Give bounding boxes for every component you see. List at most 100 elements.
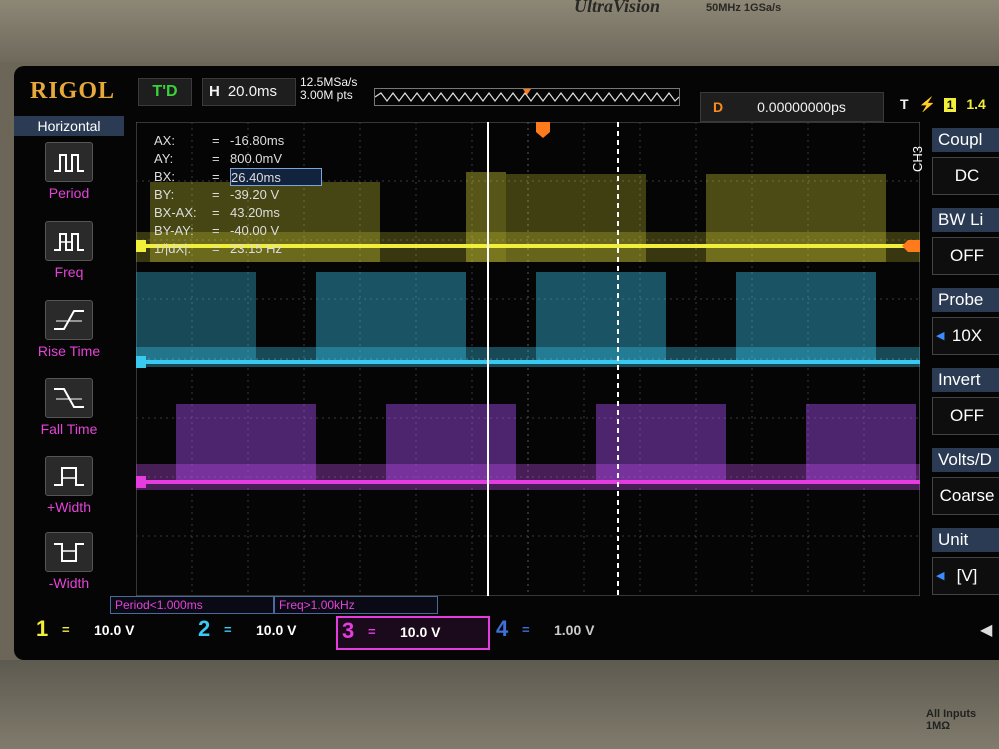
readout-row-ay: AY: = 800.0mV bbox=[154, 150, 322, 168]
channel-2-offset-marker[interactable] bbox=[136, 356, 146, 368]
coupling-icon: = bbox=[368, 624, 376, 639]
unit-value-text: [V] bbox=[956, 566, 978, 585]
unit-header: Unit bbox=[932, 528, 999, 552]
readout-key: BY: bbox=[154, 187, 175, 202]
trigger-info[interactable]: T ⚡ 1 1.4 bbox=[900, 96, 986, 113]
channel-scale: 10.0 V bbox=[400, 624, 441, 640]
menu-item-rise-time[interactable]: Rise Time bbox=[14, 300, 124, 359]
menu-item-negative-width[interactable]: -Width bbox=[14, 532, 124, 591]
frequency-icon bbox=[45, 221, 93, 261]
channel-scale: 1.00 V bbox=[554, 622, 595, 638]
channel-4-button[interactable]: 4 = 1.00 V bbox=[492, 616, 632, 646]
menu-item-positive-width[interactable]: +Width bbox=[14, 456, 124, 515]
readout-value: -39.20 V bbox=[230, 187, 280, 202]
channel-number: 2 bbox=[198, 616, 211, 641]
menu-label-period: Period bbox=[48, 185, 90, 201]
period-icon bbox=[45, 142, 93, 182]
timebase-display[interactable]: H 20.0ms bbox=[202, 78, 296, 106]
horizontal-label: H bbox=[209, 83, 220, 100]
trigger-source-badge: 1 bbox=[943, 98, 957, 112]
menu-bw-limit[interactable]: BW Li OFF bbox=[932, 208, 999, 275]
menu-item-fall-time[interactable]: Fall Time bbox=[14, 378, 124, 437]
negative-width-icon bbox=[45, 532, 93, 572]
menu-label-positive-width: +Width bbox=[47, 499, 91, 515]
menu-volts-div[interactable]: Volts/D Coarse bbox=[932, 448, 999, 515]
device-bezel-bottom: All Inputs 1MΩ bbox=[0, 660, 999, 749]
left-menu-title: Horizontal bbox=[14, 116, 124, 136]
bw-limit-value: OFF bbox=[932, 237, 999, 275]
right-menu: Coupl DC BW Li OFF Probe ◀ 10X Invert OFF… bbox=[932, 128, 999, 608]
channel-scale: 10.0 V bbox=[256, 622, 297, 638]
oscilloscope-screen: RIGOL T'D H 20.0ms 12.5MSa/s 3.00M pts D 0… bbox=[14, 66, 999, 660]
delay-label: D bbox=[713, 99, 724, 115]
channel-number: 1 bbox=[36, 616, 49, 641]
trigger-level: 1.4 bbox=[966, 96, 986, 112]
bw-limit-header: BW Li bbox=[932, 208, 999, 232]
readout-value: -40.00 V bbox=[230, 223, 280, 238]
unit-value: ◀ [V] bbox=[932, 557, 999, 595]
channel-2-button[interactable]: 2 = 10.0 V bbox=[194, 616, 334, 646]
delay-value: 0.00000000ps bbox=[757, 99, 846, 115]
positive-width-icon bbox=[45, 456, 93, 496]
readout-row-inverse-dx: 1/|dX|: = 23.15 Hz bbox=[154, 240, 322, 258]
menu-probe[interactable]: Probe ◀ 10X bbox=[932, 288, 999, 355]
timebase-value: 20.0ms bbox=[227, 83, 278, 100]
channel-number: 4 bbox=[496, 616, 509, 641]
rising-edge-icon: ⚡ bbox=[918, 96, 936, 112]
channel-scale: 10.0 V bbox=[94, 622, 135, 638]
readout-key: AY: bbox=[154, 151, 174, 166]
device-bezel-top: UltraVision 50MHz 1GSa/s bbox=[0, 0, 999, 62]
readout-key: AX: bbox=[154, 133, 175, 148]
period-status: Period<1.000ms bbox=[110, 596, 274, 614]
readout-key: BX: bbox=[154, 169, 175, 184]
volts-div-header: Volts/D bbox=[932, 448, 999, 472]
channel-3-button[interactable]: 3 = 10.0 V bbox=[336, 616, 490, 650]
channel-3-offset-marker[interactable] bbox=[136, 476, 146, 488]
fall-time-icon bbox=[45, 378, 93, 418]
memory-depth: 3.00M pts bbox=[300, 88, 353, 102]
probe-value-text: 10X bbox=[951, 326, 983, 345]
spec-text: 50MHz 1GSa/s bbox=[706, 2, 782, 14]
rigol-logo: RIGOL bbox=[30, 78, 116, 104]
trigger-type-label: T bbox=[900, 96, 909, 112]
readout-value: -16.80ms bbox=[230, 133, 285, 148]
coupling-value: DC bbox=[932, 157, 999, 195]
channel-tag: CH3 bbox=[910, 145, 925, 172]
menu-coupling[interactable]: Coupl DC bbox=[932, 128, 999, 195]
arrow-left-icon: ◀ bbox=[936, 330, 945, 342]
invert-header: Invert bbox=[932, 368, 999, 392]
rise-time-icon bbox=[45, 300, 93, 340]
model-text: UltraVision bbox=[574, 0, 661, 16]
readout-key: 1/|dX|: bbox=[154, 241, 192, 256]
menu-item-freq[interactable]: Freq bbox=[14, 221, 124, 280]
arrow-left-icon: ◀ bbox=[936, 570, 945, 582]
readout-row-ax: AX: = -16.80ms bbox=[154, 132, 322, 150]
channel-1-offset-marker[interactable] bbox=[136, 240, 146, 252]
channel-1-button[interactable]: 1 = 10.0 V bbox=[32, 616, 192, 646]
coupling-icon: = bbox=[522, 622, 530, 637]
speaker-icon[interactable]: ◀ bbox=[980, 620, 992, 640]
channel-bar: 1 = 10.0 V 2 = 10.0 V 3 = 10.0 V 4 = 1.0… bbox=[32, 616, 999, 650]
coupling-icon: = bbox=[224, 622, 232, 637]
coupling-header: Coupl bbox=[932, 128, 999, 152]
delay-display[interactable]: D 0.00000000ps bbox=[700, 92, 884, 122]
menu-label-fall-time: Fall Time bbox=[40, 421, 98, 437]
invert-value: OFF bbox=[932, 397, 999, 435]
channel-number: 3 bbox=[342, 618, 355, 643]
cursor-readout: AX: = -16.80ms AY: = 800.0mV BX: = 26.40ms BY:… bbox=[154, 132, 322, 258]
coupling-icon: = bbox=[62, 622, 70, 637]
readout-value: 800.0mV bbox=[230, 151, 283, 166]
readout-value: 26.40ms bbox=[230, 168, 322, 186]
acquisition-info: 12.5MSa/s 3.00M pts bbox=[300, 76, 357, 102]
probe-value: ◀ 10X bbox=[932, 317, 999, 355]
input-impedance-label: All Inputs 1MΩ bbox=[926, 708, 977, 732]
readout-key: BY-AY: bbox=[154, 223, 194, 238]
readout-row-by-ay: BY-AY: = -40.00 V bbox=[154, 222, 322, 240]
freq-status: Freq>1.00kHz bbox=[274, 596, 438, 614]
readout-value: 23.15 Hz bbox=[230, 241, 283, 256]
readout-row-bx-ax: BX-AX: = 43.20ms bbox=[154, 204, 322, 222]
menu-invert[interactable]: Invert OFF bbox=[932, 368, 999, 435]
readout-value: 43.20ms bbox=[230, 205, 280, 220]
menu-unit[interactable]: Unit ◀ [V] bbox=[932, 528, 999, 595]
menu-item-period[interactable]: Period bbox=[14, 142, 124, 201]
